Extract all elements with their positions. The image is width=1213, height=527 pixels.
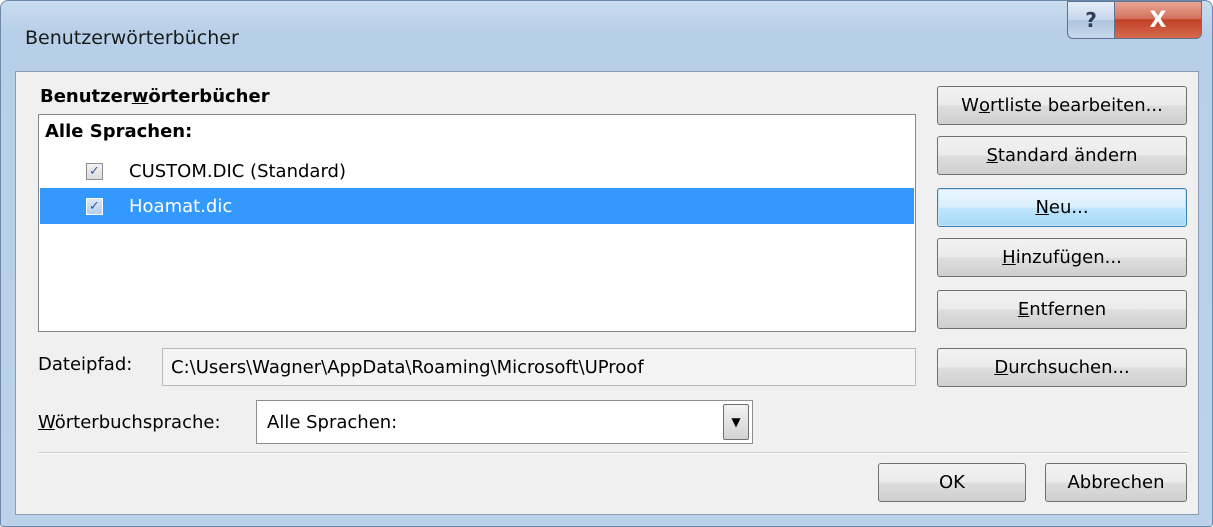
ok-button[interactable]: OK: [878, 463, 1026, 502]
list-item-custom-dic[interactable]: ✓ CUSTOM.DIC (Standard): [40, 153, 914, 189]
dropdown-arrow-icon[interactable]: ▼: [723, 404, 749, 440]
dictionary-list[interactable]: Alle Sprachen: ✓ CUSTOM.DIC (Standard) ✓…: [38, 114, 916, 332]
file-path-value: C:\Users\Wagner\AppData\Roaming\Microsof…: [171, 356, 644, 378]
checkmark-icon: ✓: [89, 198, 100, 214]
checkmark-icon: ✓: [89, 163, 100, 179]
dialog-client-area: Benutzerwörterbücher Alle Sprachen: ✓ CU…: [15, 71, 1199, 515]
remove-button[interactable]: Entfernen: [937, 290, 1187, 329]
window-title: Benutzerwörterbücher: [25, 27, 239, 49]
list-group-header: Alle Sprachen:: [45, 121, 193, 142]
browse-button[interactable]: Durchsuchen...: [937, 348, 1187, 387]
language-select-value: Alle Sprachen:: [267, 411, 398, 433]
dictionaries-group-label: Benutzerwörterbücher: [40, 86, 270, 107]
checkbox-hoamat-dic[interactable]: ✓: [86, 197, 103, 215]
dialog-window: Benutzerwörterbücher ? X Benutzerwörterb…: [0, 0, 1213, 527]
separator: [38, 452, 1188, 454]
cancel-button[interactable]: Abbrechen: [1045, 463, 1187, 502]
file-path-label: Dateipfad:: [38, 354, 133, 375]
edit-wordlist-button[interactable]: Wo rtliste bearbeiten...: [937, 86, 1187, 125]
add-button[interactable]: Hinzufügen...: [937, 238, 1187, 277]
close-icon: X: [1149, 7, 1167, 33]
dictionary-language-select[interactable]: Alle Sprachen: ▼: [256, 400, 753, 444]
list-item-label: CUSTOM.DIC (Standard): [129, 160, 346, 182]
list-item-label: Hoamat.dic: [129, 195, 233, 217]
file-path-field: C:\Users\Wagner\AppData\Roaming\Microsof…: [162, 348, 916, 386]
dictionary-language-label: Wörterbuchsprache:: [38, 412, 221, 433]
new-button[interactable]: Neu...: [937, 188, 1187, 227]
help-icon: ?: [1085, 8, 1097, 32]
change-default-button[interactable]: Standard ändern: [937, 136, 1187, 175]
help-button[interactable]: ?: [1067, 1, 1115, 39]
checkbox-custom-dic[interactable]: ✓: [86, 162, 103, 180]
title-bar[interactable]: Benutzerwörterbücher ? X: [1, 1, 1212, 71]
close-button[interactable]: X: [1114, 1, 1202, 39]
list-item-hoamat-dic[interactable]: ✓ Hoamat.dic: [40, 188, 914, 224]
